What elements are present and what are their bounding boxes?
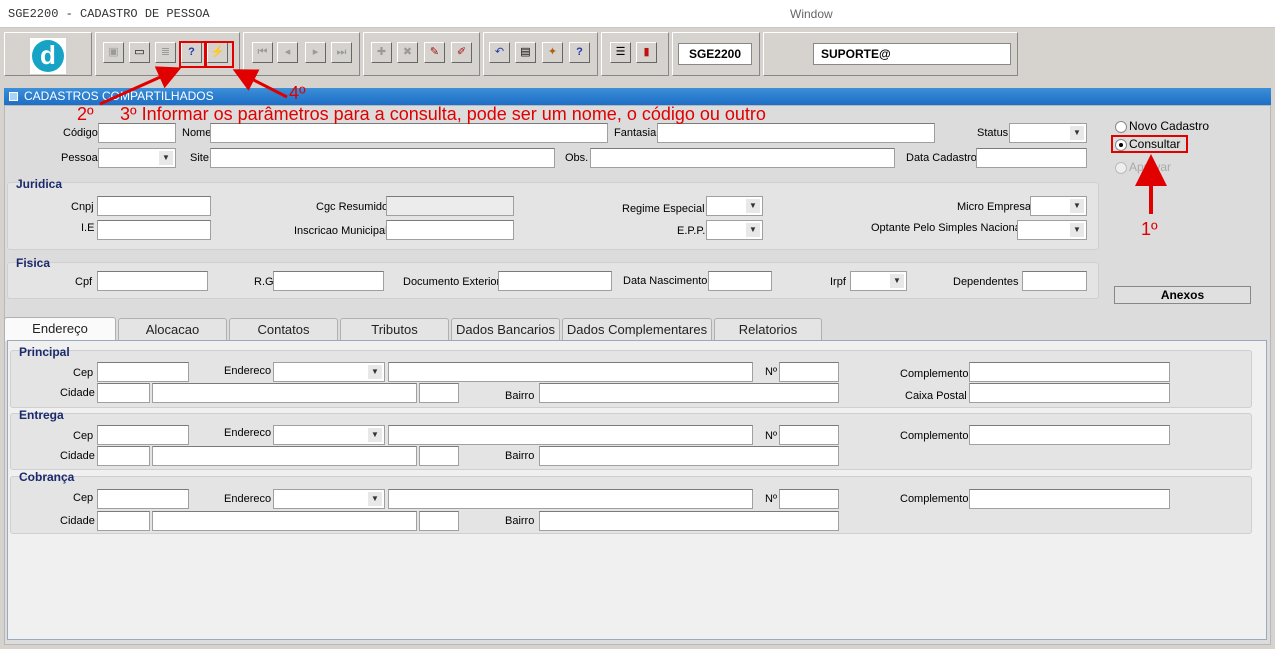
- annotation-step1: 1º: [1141, 219, 1158, 239]
- annotation-step4: 4º: [289, 83, 306, 103]
- arrow-step2: [99, 66, 182, 106]
- annotation-step3: 3º Informar os parâmetros para a consult…: [120, 104, 766, 124]
- arrow-step4: [232, 69, 288, 99]
- annotation-step2: 2º: [77, 104, 94, 124]
- annotation-arrows: [99, 66, 1167, 214]
